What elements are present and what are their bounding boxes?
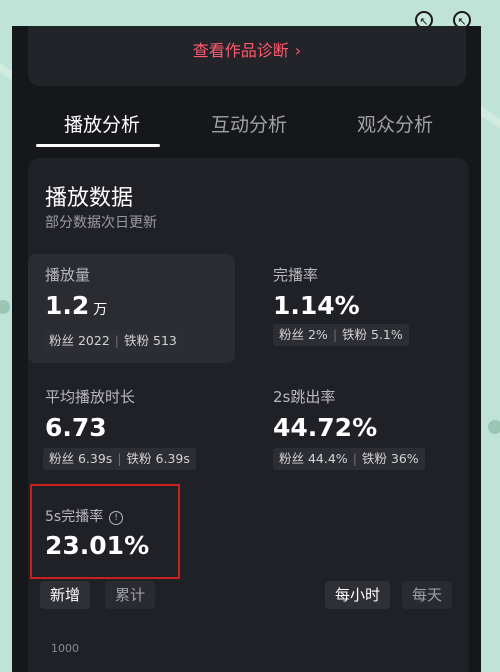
metric-plays[interactable]: 播放量 1.2 万 粉丝 2022 | 铁粉 513 [28, 254, 235, 363]
metric-value: 1.14% [273, 291, 360, 320]
background-decoration [488, 420, 500, 434]
metric-value: 1.2 万 [45, 291, 108, 320]
metric-label: 播放量 [45, 266, 91, 284]
card-title: 播放数据 [45, 186, 134, 211]
tab-audience-analysis[interactable]: 观众分析 [357, 110, 433, 137]
chevron-right-icon: › [294, 41, 302, 60]
metric-breakdown: 粉丝 2022 | 铁粉 513 [43, 330, 183, 352]
play-data-card: 播放数据 部分数据次日更新 播放量 1.2 万 粉丝 2022 | 铁粉 513 完播… [28, 158, 469, 672]
diagnosis-link[interactable]: 查看作品诊断 › [28, 37, 466, 61]
metric-bounce-2s[interactable]: 2s跳出率 44.72% 粉丝 44.4% | 铁粉 36% [273, 376, 463, 485]
toggle-new[interactable]: 新增 [40, 581, 91, 609]
tab-play-analysis[interactable]: 播放分析 [64, 110, 140, 137]
active-tab-indicator [36, 144, 160, 147]
metric-value: 44.72% [273, 413, 378, 442]
metric-breakdown: 粉丝 44.4% | 铁粉 36% [273, 448, 425, 470]
metric-completion[interactable]: 完播率 1.14% 粉丝 2% | 铁粉 5.1% [273, 254, 463, 363]
diagnosis-card: 查看作品诊断 › [28, 26, 466, 86]
metric-label: 2s跳出率 [273, 388, 336, 406]
tab-interaction-analysis[interactable]: 互动分析 [211, 110, 287, 137]
toggle-cumulative[interactable]: 累计 [105, 581, 156, 609]
metric-breakdown: 粉丝 2% | 铁粉 5.1% [273, 324, 409, 346]
metric-label: 平均播放时长 [45, 388, 136, 406]
metric-avg-duration[interactable]: 平均播放时长 6.73 粉丝 6.39s | 铁粉 6.39s [28, 376, 235, 485]
background-decoration [0, 300, 10, 314]
card-subtitle: 部分数据次日更新 [45, 215, 157, 231]
toggle-hourly[interactable]: 每小时 [325, 581, 391, 609]
chart-y-tick: 1000 [51, 642, 79, 655]
metric-breakdown: 粉丝 6.39s | 铁粉 6.39s [43, 448, 196, 470]
metric-value: 6.73 [45, 413, 107, 442]
metric-label: 完播率 [273, 266, 319, 284]
highlight-annotation [30, 484, 180, 579]
toggle-daily[interactable]: 每天 [402, 581, 453, 609]
